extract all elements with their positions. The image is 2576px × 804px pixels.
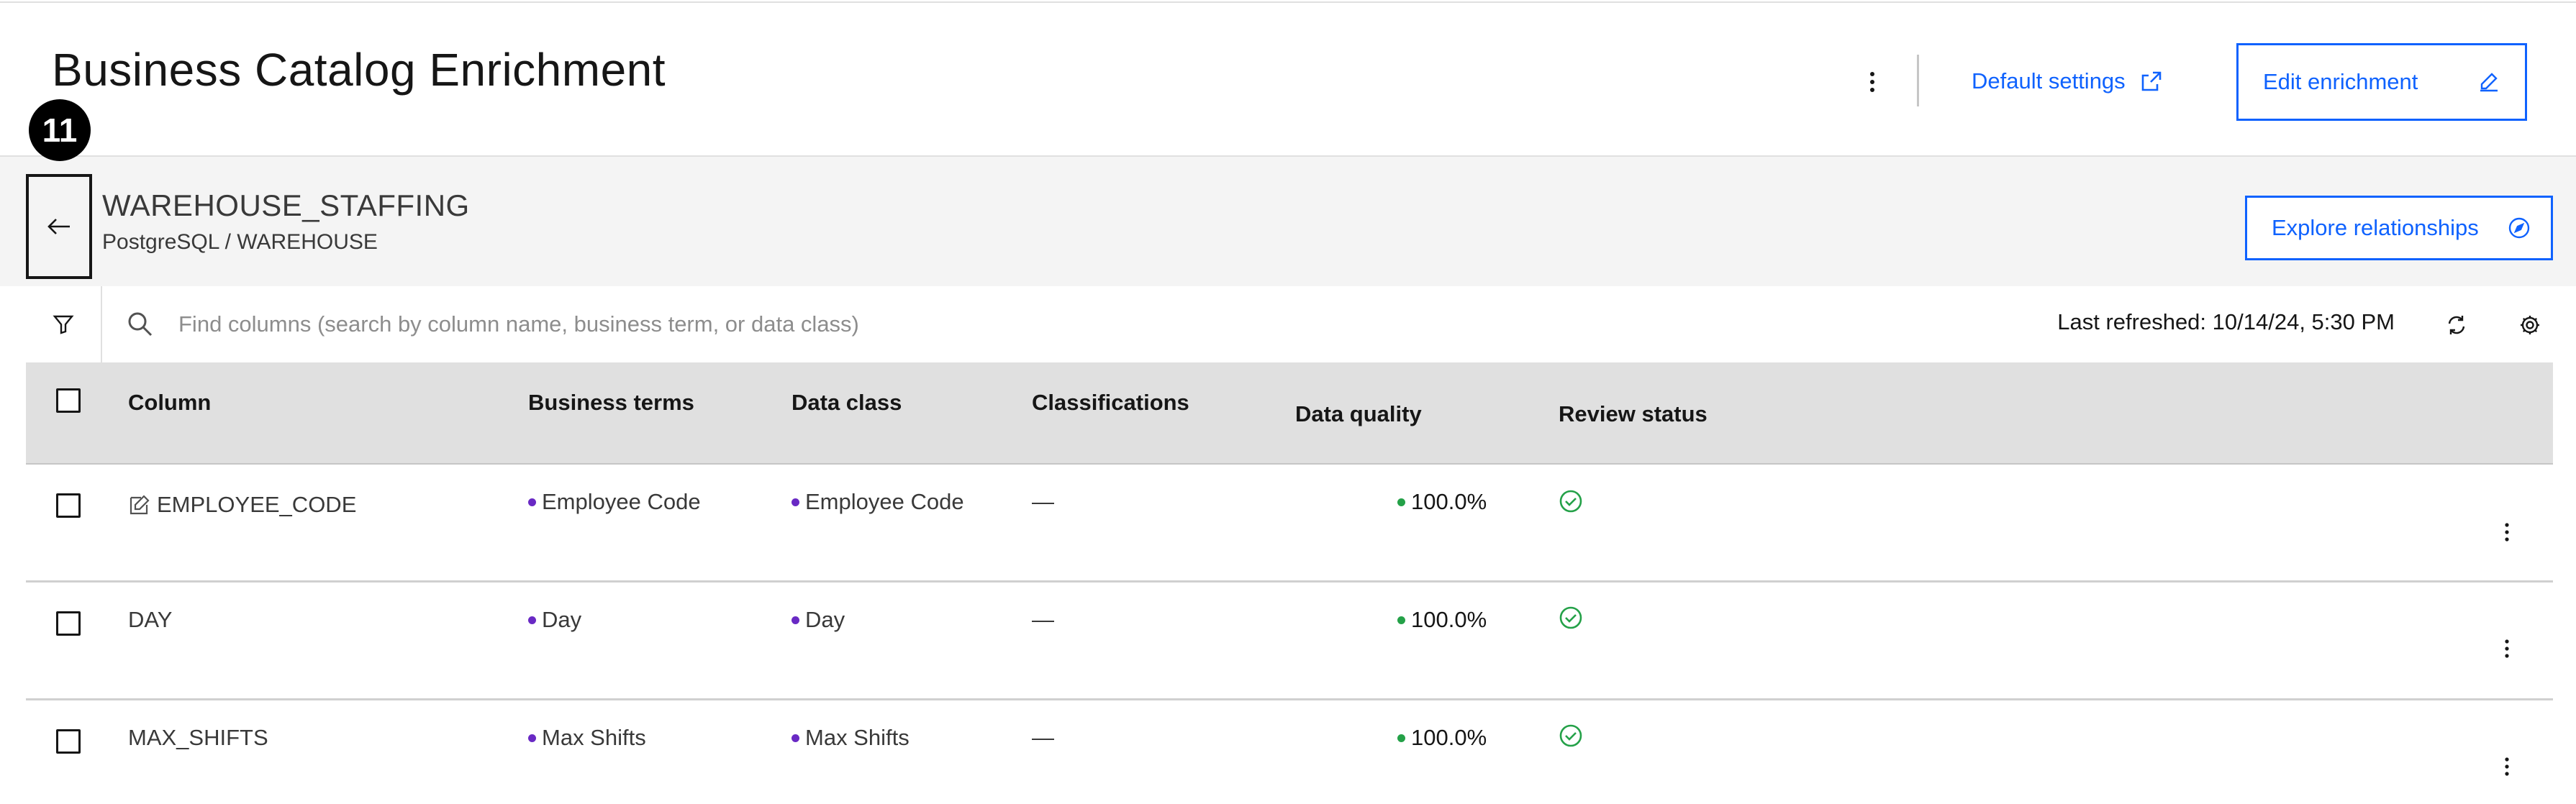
column-cell: DAY — [128, 607, 172, 633]
data-class-cell: Max Shifts — [792, 725, 910, 751]
columns-table: Column Business terms Data class Classif… — [26, 362, 2553, 804]
checkmark-circle-icon — [1559, 490, 1582, 513]
header-data-class[interactable]: Data class — [792, 390, 902, 416]
term-dot — [528, 734, 536, 742]
column-name[interactable]: DAY — [128, 607, 172, 633]
column-name[interactable]: MAX_SHIFTS — [128, 725, 268, 751]
arrow-left-icon — [47, 219, 70, 234]
gear-icon — [2521, 316, 2539, 334]
overflow-menu-icon — [2505, 523, 2509, 542]
page-title: Business Catalog Enrichment — [52, 44, 666, 96]
business-term[interactable]: Day — [542, 607, 581, 633]
row-overflow-button[interactable] — [2493, 745, 2521, 788]
column-name[interactable]: EMPLOYEE_CODE — [157, 492, 356, 518]
term-dot — [528, 498, 536, 506]
table-row[interactable]: MAX_SHIFTS Max Shifts Max Shifts — 100.0… — [26, 700, 2553, 804]
search-icon — [128, 312, 153, 337]
row-overflow-button[interactable] — [2493, 511, 2521, 554]
overflow-menu-icon — [2505, 757, 2509, 776]
data-quality-value: 100.0% — [1411, 725, 1487, 750]
last-refreshed: Last refreshed: 10/14/24, 5:30 PM — [2057, 309, 2395, 334]
refresh-icon — [2448, 316, 2465, 334]
default-settings-link[interactable]: Default settings — [1972, 56, 2163, 106]
quality-dot — [1397, 616, 1405, 624]
asset-name: WAREHOUSE_STAFFING — [102, 188, 470, 222]
checkmark-circle-icon — [1559, 606, 1582, 629]
row-checkbox[interactable] — [56, 493, 81, 518]
data-class[interactable]: Employee Code — [805, 489, 964, 515]
default-settings-label: Default settings — [1972, 68, 2126, 93]
edited-icon — [130, 495, 150, 515]
row-overflow-button[interactable] — [2493, 627, 2521, 670]
term-dot — [528, 616, 536, 624]
data-quality-value: 100.0% — [1411, 607, 1487, 632]
explore-relationships-button[interactable]: Explore relationships — [2245, 196, 2553, 260]
explore-relationships-label: Explore relationships — [2272, 215, 2479, 240]
data-quality-cell: 100.0% — [1397, 489, 1487, 515]
header-divider — [1917, 55, 1919, 106]
edit-enrichment-label: Edit enrichment — [2263, 69, 2418, 94]
quality-dot — [1397, 498, 1405, 506]
launch-icon — [2141, 71, 2161, 91]
edit-enrichment-button[interactable]: Edit enrichment — [2236, 43, 2527, 121]
select-all-checkbox[interactable] — [56, 388, 81, 413]
class-dot — [792, 616, 799, 624]
table-header: Column Business terms Data class Classif… — [26, 362, 2553, 465]
header-business-terms[interactable]: Business terms — [528, 390, 694, 416]
asset-path: PostgreSQL / WAREHOUSE — [102, 230, 378, 254]
data-quality-cell: 100.0% — [1397, 725, 1487, 751]
classification-cell: — — [1032, 725, 1054, 750]
data-class[interactable]: Day — [805, 607, 845, 633]
search-input[interactable] — [178, 301, 1833, 348]
column-cell: MAX_SHIFTS — [128, 725, 268, 751]
edit-icon — [2480, 73, 2498, 92]
classification-cell: — — [1032, 489, 1054, 514]
table-toolbar: Last refreshed: 10/14/24, 5:30 PM — [26, 286, 2553, 362]
data-class-cell: Day — [792, 607, 845, 633]
compass-icon — [2508, 217, 2530, 239]
table-row[interactable]: EMPLOYEE_CODE Employee Code Employee Cod… — [26, 465, 2553, 583]
checkmark-circle-icon — [1559, 724, 1582, 747]
filter-icon — [53, 315, 74, 334]
column-cell: EMPLOYEE_CODE — [128, 492, 356, 518]
overflow-menu-icon — [2505, 639, 2509, 658]
overflow-menu-button[interactable] — [1856, 60, 1888, 104]
settings-button[interactable] — [2507, 302, 2553, 348]
business-term[interactable]: Employee Code — [542, 489, 701, 515]
filter-button[interactable] — [26, 286, 102, 362]
quality-dot — [1397, 734, 1405, 742]
business-term-cell: Day — [528, 607, 581, 633]
row-checkbox[interactable] — [56, 611, 81, 636]
refresh-button[interactable] — [2434, 302, 2480, 348]
overflow-menu-icon — [1870, 72, 1874, 92]
business-term-cell: Employee Code — [528, 489, 701, 515]
data-class[interactable]: Max Shifts — [805, 725, 910, 751]
header-classifications[interactable]: Classifications — [1032, 390, 1189, 416]
table-row[interactable]: DAY Day Day — 100.0% — [26, 583, 2553, 700]
class-dot — [792, 734, 799, 742]
data-class-cell: Employee Code — [792, 489, 964, 515]
classification-cell: — — [1032, 607, 1054, 632]
header-column[interactable]: Column — [128, 390, 211, 416]
class-dot — [792, 498, 799, 506]
row-checkbox[interactable] — [56, 729, 81, 754]
data-quality-cell: 100.0% — [1397, 607, 1487, 633]
back-button[interactable] — [26, 174, 92, 279]
header-data-quality[interactable]: Data quality — [1295, 401, 1422, 427]
business-term[interactable]: Max Shifts — [542, 725, 646, 751]
data-quality-value: 100.0% — [1411, 489, 1487, 514]
step-badge: 11 — [29, 99, 91, 161]
page-header: Business Catalog Enrichment Default sett… — [0, 3, 2576, 157]
header-review-status[interactable]: Review status — [1559, 401, 1707, 427]
business-term-cell: Max Shifts — [528, 725, 646, 751]
